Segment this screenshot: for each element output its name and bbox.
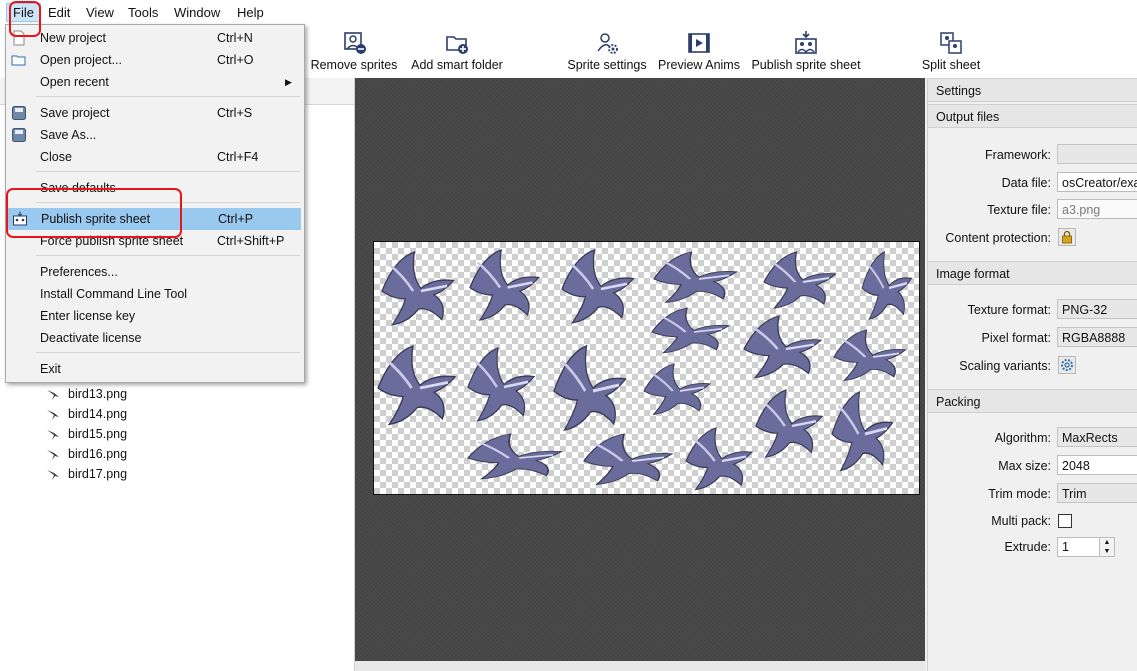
film-play-icon [688, 33, 710, 53]
menu-item-save-project[interactable]: Save project Ctrl+S [6, 102, 304, 124]
preview-anims-button[interactable]: Preview Anims [656, 26, 742, 76]
texture-format-label: Texture format: [967, 303, 1051, 317]
stepper-arrows[interactable]: ▲ ▼ [1099, 538, 1114, 556]
save-as-icon [12, 128, 26, 142]
bird-sprite-icon [47, 429, 59, 440]
annotation-publish-item-highlight [6, 188, 182, 238]
lock-icon [1062, 230, 1072, 244]
save-icon [12, 106, 26, 120]
pixel-format-select[interactable]: RGBA8888 [1057, 327, 1137, 347]
menu-item-deactivate-license[interactable]: Deactivate license [6, 327, 304, 349]
settings-panel: Settings Output files Framework: Data fi… [927, 78, 1137, 671]
sprite-sheet-image [376, 248, 913, 491]
menu-item-save-as[interactable]: Save As... [6, 124, 304, 146]
annotation-file-menu-highlight [9, 1, 41, 37]
publish-icon [795, 31, 817, 54]
menu-separator [36, 96, 300, 97]
menu-item-preferences[interactable]: Preferences... [6, 261, 304, 283]
framework-select[interactable] [1057, 144, 1137, 164]
menu-edit[interactable]: Edit [48, 4, 70, 21]
bird-sprite-icon [47, 389, 59, 400]
sprite-list-item[interactable]: bird13.png [46, 384, 127, 404]
remove-sprites-label: Remove sprites [310, 58, 398, 72]
texture-format-select[interactable]: PNG-32 [1057, 299, 1137, 319]
framework-label: Framework: [985, 148, 1051, 162]
menu-separator [36, 352, 300, 353]
folder-open-icon [11, 55, 26, 66]
sprite-filename: bird16.png [68, 447, 128, 461]
remove-sprites-button[interactable]: Remove sprites [308, 26, 400, 76]
bird-sprite-icon [47, 469, 59, 480]
bird-sprite-icon [47, 409, 59, 420]
sprite-filename: bird13.png [68, 387, 128, 401]
menu-separator [36, 255, 300, 256]
split-sheet-button[interactable]: Split sheet [918, 26, 984, 76]
preview-anims-label: Preview Anims [658, 58, 740, 72]
bird-sprite-icon [47, 449, 59, 460]
split-sheet-label: Split sheet [921, 58, 981, 72]
extrude-label: Extrude: [1004, 540, 1051, 554]
add-smart-folder-label: Add smart folder [411, 58, 503, 72]
sprite-filename: bird14.png [68, 407, 128, 421]
menu-item-open-project[interactable]: Open project... Ctrl+O [6, 49, 304, 71]
algorithm-select[interactable]: MaxRects [1057, 427, 1137, 447]
sprite-list-item[interactable]: bird15.png [46, 424, 127, 444]
menu-item-close[interactable]: Close Ctrl+F4 [6, 146, 304, 168]
menu-item-new-project[interactable]: New project Ctrl+N [6, 27, 304, 49]
menu-separator [36, 171, 300, 172]
data-file-label: Data file: [1001, 176, 1051, 190]
publish-sprite-sheet-label: Publish sprite sheet [751, 58, 861, 72]
image-format-header[interactable]: Image format [928, 261, 1137, 285]
publish-sprite-sheet-button[interactable]: Publish sprite sheet [750, 26, 862, 76]
sprite-sheet-canvas[interactable] [355, 78, 925, 671]
scaling-variants-label: Scaling variants: [959, 359, 1051, 373]
menu-tools[interactable]: Tools [128, 4, 158, 21]
output-files-header[interactable]: Output files [928, 104, 1137, 128]
texture-file-input[interactable]: a3.png [1057, 199, 1137, 219]
submenu-arrow-icon: ▶ [285, 77, 292, 87]
content-protection-label: Content protection: [945, 231, 1051, 245]
horizontal-scrollbar[interactable] [355, 661, 925, 671]
sprite-list-item[interactable]: bird17.png [46, 464, 127, 484]
pixel-format-label: Pixel format: [981, 331, 1051, 345]
sprite-list-item[interactable]: bird16.png [46, 444, 127, 464]
sprite-filename: bird17.png [68, 467, 128, 481]
split-sheet-icon [940, 32, 962, 54]
trim-mode-label: Trim mode: [988, 487, 1051, 501]
max-size-label: Max size: [998, 459, 1051, 473]
menu-item-enter-license[interactable]: Enter license key [6, 305, 304, 327]
menu-item-open-recent[interactable]: Open recent ▶ [6, 71, 304, 93]
extrude-value: 1 [1062, 540, 1069, 554]
add-smart-folder-button[interactable]: Add smart folder [406, 26, 508, 76]
menu-item-install-cli[interactable]: Install Command Line Tool [6, 283, 304, 305]
menubar: File Edit View Tools Window Help [0, 0, 1137, 24]
sprite-list-item[interactable]: bird14.png [46, 404, 127, 424]
data-file-input[interactable]: osCreator/exam [1057, 172, 1137, 192]
gear-icon [1061, 359, 1073, 371]
menu-view[interactable]: View [86, 4, 114, 21]
multi-pack-checkbox[interactable] [1058, 514, 1072, 528]
max-size-input[interactable]: 2048 [1057, 455, 1137, 475]
extrude-stepper[interactable]: 1 ▲ ▼ [1057, 537, 1115, 557]
trim-mode-select[interactable]: Trim [1057, 483, 1137, 503]
add-folder-icon [446, 36, 468, 54]
sprite-settings-button[interactable]: Sprite settings [564, 26, 650, 76]
menu-help[interactable]: Help [237, 4, 264, 21]
algorithm-label: Algorithm: [994, 431, 1051, 445]
remove-sprites-icon [344, 32, 366, 54]
scaling-variants-button[interactable] [1058, 356, 1076, 374]
texture-file-label: Texture file: [987, 203, 1051, 217]
menu-item-exit[interactable]: Exit [6, 358, 304, 380]
sprite-sheet-preview [373, 241, 920, 495]
sprite-settings-label: Sprite settings [567, 58, 647, 72]
packing-header[interactable]: Packing [928, 389, 1137, 413]
sprite-filename: bird15.png [68, 427, 128, 441]
settings-title: Settings [928, 78, 1137, 102]
sprite-settings-icon [597, 33, 618, 54]
multi-pack-label: Multi pack: [991, 514, 1051, 528]
menu-window[interactable]: Window [174, 4, 220, 21]
content-protection-button[interactable] [1058, 228, 1076, 246]
